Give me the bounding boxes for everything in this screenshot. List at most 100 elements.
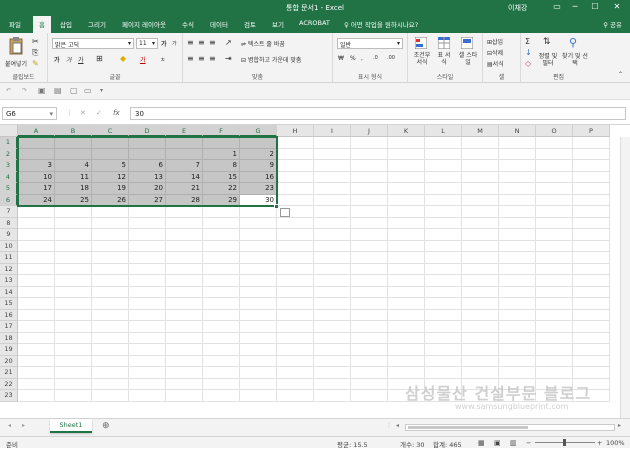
row-header-14[interactable]: 14 — [0, 286, 18, 298]
cell-h17[interactable] — [277, 321, 314, 333]
cell-k4[interactable] — [388, 171, 425, 183]
row-header-13[interactable]: 13 — [0, 275, 18, 287]
cell-g18[interactable] — [240, 332, 277, 344]
cell-k21[interactable] — [388, 367, 425, 379]
shrink-font-icon[interactable]: 가 — [172, 40, 177, 47]
cell-i19[interactable] — [314, 344, 351, 356]
cell-g15[interactable] — [240, 298, 277, 310]
insert-cells-button[interactable]: ⊞삽입 — [487, 37, 503, 46]
cell-f12[interactable] — [203, 263, 240, 275]
find-select-label[interactable]: 찾기 및 선택 — [561, 53, 589, 67]
delete-cells-button[interactable]: ⊟삭제 — [487, 48, 503, 57]
tab-page-layout[interactable]: 페이지 레이아웃 — [122, 19, 166, 29]
cell-f14[interactable] — [203, 286, 240, 298]
table-format-icon[interactable] — [438, 37, 450, 49]
tab-acrobat[interactable]: ACROBAT — [299, 19, 330, 27]
cell-n7[interactable] — [499, 206, 536, 218]
comma-icon[interactable]: , — [361, 55, 363, 62]
cell-c7[interactable] — [92, 206, 129, 218]
cell-a16[interactable] — [18, 309, 55, 321]
merge-center-button[interactable]: ⊟ 병합하고 가운데 맞춤 — [241, 55, 301, 64]
cell-n16[interactable] — [499, 309, 536, 321]
cell-f16[interactable] — [203, 309, 240, 321]
cell-h19[interactable] — [277, 344, 314, 356]
cell-p15[interactable] — [573, 298, 610, 310]
cell-g20[interactable] — [240, 355, 277, 367]
cell-n21[interactable] — [499, 367, 536, 379]
cell-a8[interactable] — [18, 217, 55, 229]
row-header-23[interactable]: 23 — [0, 390, 18, 402]
cell-n5[interactable] — [499, 183, 536, 195]
cell-e15[interactable] — [166, 298, 203, 310]
page-break-view-icon[interactable]: ▥ — [510, 439, 517, 447]
cell-g6[interactable]: 30 — [240, 194, 277, 206]
cell-d23[interactable] — [129, 390, 166, 402]
cell-d15[interactable] — [129, 298, 166, 310]
cell-k9[interactable] — [388, 229, 425, 241]
save-icon[interactable]: ▣ — [38, 86, 46, 95]
cell-j13[interactable] — [351, 275, 388, 287]
column-header-f[interactable]: F — [203, 125, 240, 137]
add-sheet-icon[interactable]: ⊕ — [102, 421, 110, 431]
cell-m1[interactable] — [462, 137, 499, 149]
cell-p18[interactable] — [573, 332, 610, 344]
sort-filter-icon[interactable]: ⇅ — [543, 37, 551, 47]
cell-a2[interactable] — [18, 148, 55, 160]
middle-align-icon[interactable]: ≡ — [198, 38, 205, 47]
cell-k3[interactable] — [388, 160, 425, 172]
vertical-scrollbar[interactable] — [620, 137, 630, 418]
cell-j21[interactable] — [351, 367, 388, 379]
fill-icon[interactable]: ↓ — [525, 48, 532, 57]
cell-l11[interactable] — [425, 252, 462, 264]
cell-c22[interactable] — [92, 378, 129, 390]
cell-m10[interactable] — [462, 240, 499, 252]
cell-k1[interactable] — [388, 137, 425, 149]
cell-i20[interactable] — [314, 355, 351, 367]
cell-a21[interactable] — [18, 367, 55, 379]
wrap-text-button[interactable]: ⇌ 텍스트 줄 바꿈 — [241, 39, 285, 48]
cell-b9[interactable] — [55, 229, 92, 241]
cell-i21[interactable] — [314, 367, 351, 379]
cell-n4[interactable] — [499, 171, 536, 183]
cell-b23[interactable] — [55, 390, 92, 402]
cell-e7[interactable] — [166, 206, 203, 218]
autosum-icon[interactable]: Σ — [525, 37, 530, 46]
fill-color-icon[interactable]: ◆ — [120, 54, 126, 63]
normal-view-icon[interactable]: ▦ — [478, 439, 485, 447]
cell-a12[interactable] — [18, 263, 55, 275]
cell-i8[interactable] — [314, 217, 351, 229]
increase-decimal-icon[interactable]: .0 — [373, 55, 378, 61]
cell-p4[interactable] — [573, 171, 610, 183]
cell-o21[interactable] — [536, 367, 573, 379]
cell-d20[interactable] — [129, 355, 166, 367]
conditional-format-label[interactable]: 조건부 서식 — [411, 52, 433, 66]
cell-e2[interactable] — [166, 148, 203, 160]
align-left-icon[interactable]: ≡ — [187, 54, 194, 63]
cell-b12[interactable] — [55, 263, 92, 275]
cell-l5[interactable] — [425, 183, 462, 195]
cell-d6[interactable]: 27 — [129, 194, 166, 206]
cell-l17[interactable] — [425, 321, 462, 333]
cell-n15[interactable] — [499, 298, 536, 310]
cell-c5[interactable]: 19 — [92, 183, 129, 195]
cell-k17[interactable] — [388, 321, 425, 333]
tab-home[interactable]: 홈 — [33, 16, 51, 33]
column-header-l[interactable]: L — [425, 125, 462, 137]
minimize-icon[interactable]: ─ — [568, 2, 582, 11]
cell-p20[interactable] — [573, 355, 610, 367]
cell-e5[interactable]: 21 — [166, 183, 203, 195]
align-right-icon[interactable]: ≡ — [209, 54, 216, 63]
formula-input[interactable]: 30 — [130, 107, 626, 120]
cell-f6[interactable]: 29 — [203, 194, 240, 206]
cell-d4[interactable]: 13 — [129, 171, 166, 183]
cell-f9[interactable] — [203, 229, 240, 241]
cell-o20[interactable] — [536, 355, 573, 367]
cell-o5[interactable] — [536, 183, 573, 195]
cell-c16[interactable] — [92, 309, 129, 321]
column-header-g[interactable]: G — [240, 125, 277, 137]
cell-a6[interactable]: 24 — [18, 194, 55, 206]
cell-j12[interactable] — [351, 263, 388, 275]
cell-b10[interactable] — [55, 240, 92, 252]
cell-o7[interactable] — [536, 206, 573, 218]
cell-e17[interactable] — [166, 321, 203, 333]
